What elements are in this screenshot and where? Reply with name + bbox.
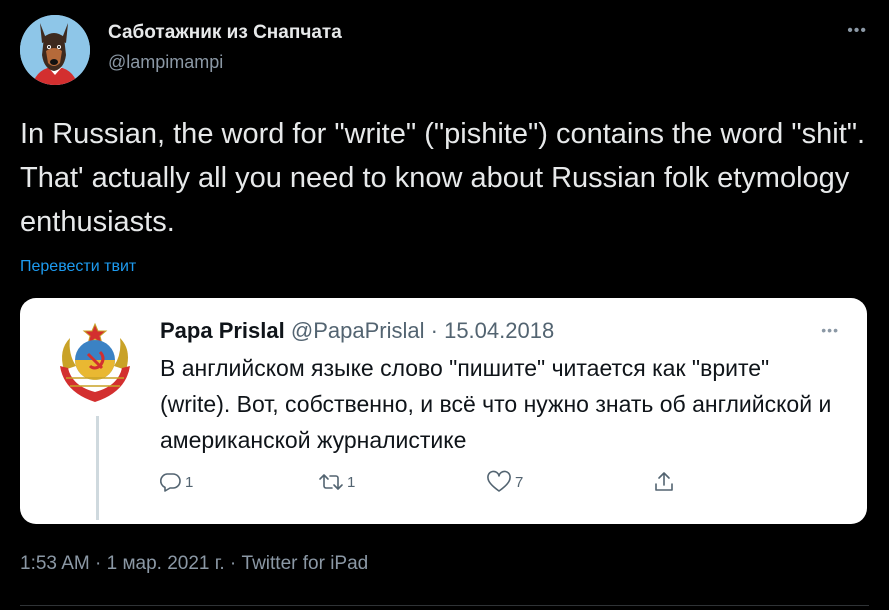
retweet-count: 1 xyxy=(347,473,356,491)
tweet-timestamp[interactable]: 1:53 AM · 1 мар. 2021 г. · Twitter for i… xyxy=(20,553,368,575)
quoted-author-name[interactable]: Papa Prislal xyxy=(160,318,285,343)
share-button[interactable] xyxy=(652,470,679,494)
heart-icon xyxy=(487,470,511,492)
doberman-avatar-icon xyxy=(20,15,90,85)
author-name[interactable]: Саботажник из Снапчата xyxy=(108,22,342,44)
author-avatar[interactable] xyxy=(20,15,90,85)
reply-button[interactable]: 1 xyxy=(158,470,193,494)
share-icon xyxy=(655,472,673,491)
thread-line xyxy=(96,416,99,520)
more-options-icon[interactable]: ••• xyxy=(847,22,867,40)
quoted-tweet-date[interactable]: 15.04.2018 xyxy=(444,318,554,343)
header-separator: · xyxy=(430,318,438,343)
quoted-author-avatar[interactable] xyxy=(50,318,140,408)
translate-tweet-link[interactable]: Перевести твит xyxy=(20,258,136,276)
quoted-more-options-icon[interactable]: ••• xyxy=(821,322,839,338)
quoted-author-handle[interactable]: @PapaPrislal xyxy=(291,318,425,343)
ussr-coat-of-arms-icon xyxy=(60,322,130,402)
tweet-text: In Russian, the word for "write" ("pishi… xyxy=(20,118,866,238)
divider xyxy=(20,605,869,606)
quoted-tweet-text: В английском языке слово "пишите" читает… xyxy=(160,355,832,453)
reply-count: 1 xyxy=(185,473,194,491)
like-button[interactable]: 7 xyxy=(486,470,523,494)
retweet-icon xyxy=(319,474,343,490)
like-count: 7 xyxy=(515,473,524,491)
tweet: Саботажник из Снапчата @lampimampi ••• I… xyxy=(0,0,889,610)
retweet-button[interactable]: 1 xyxy=(318,470,355,494)
quoted-tweet-header: Papa Prislal @PapaPrislal · 15.04.2018 xyxy=(160,318,554,344)
author-handle[interactable]: @lampimampi xyxy=(108,52,223,73)
quoted-tweet-card[interactable]: Papa Prislal @PapaPrislal · 15.04.2018 •… xyxy=(20,298,867,524)
reply-icon xyxy=(159,473,181,492)
